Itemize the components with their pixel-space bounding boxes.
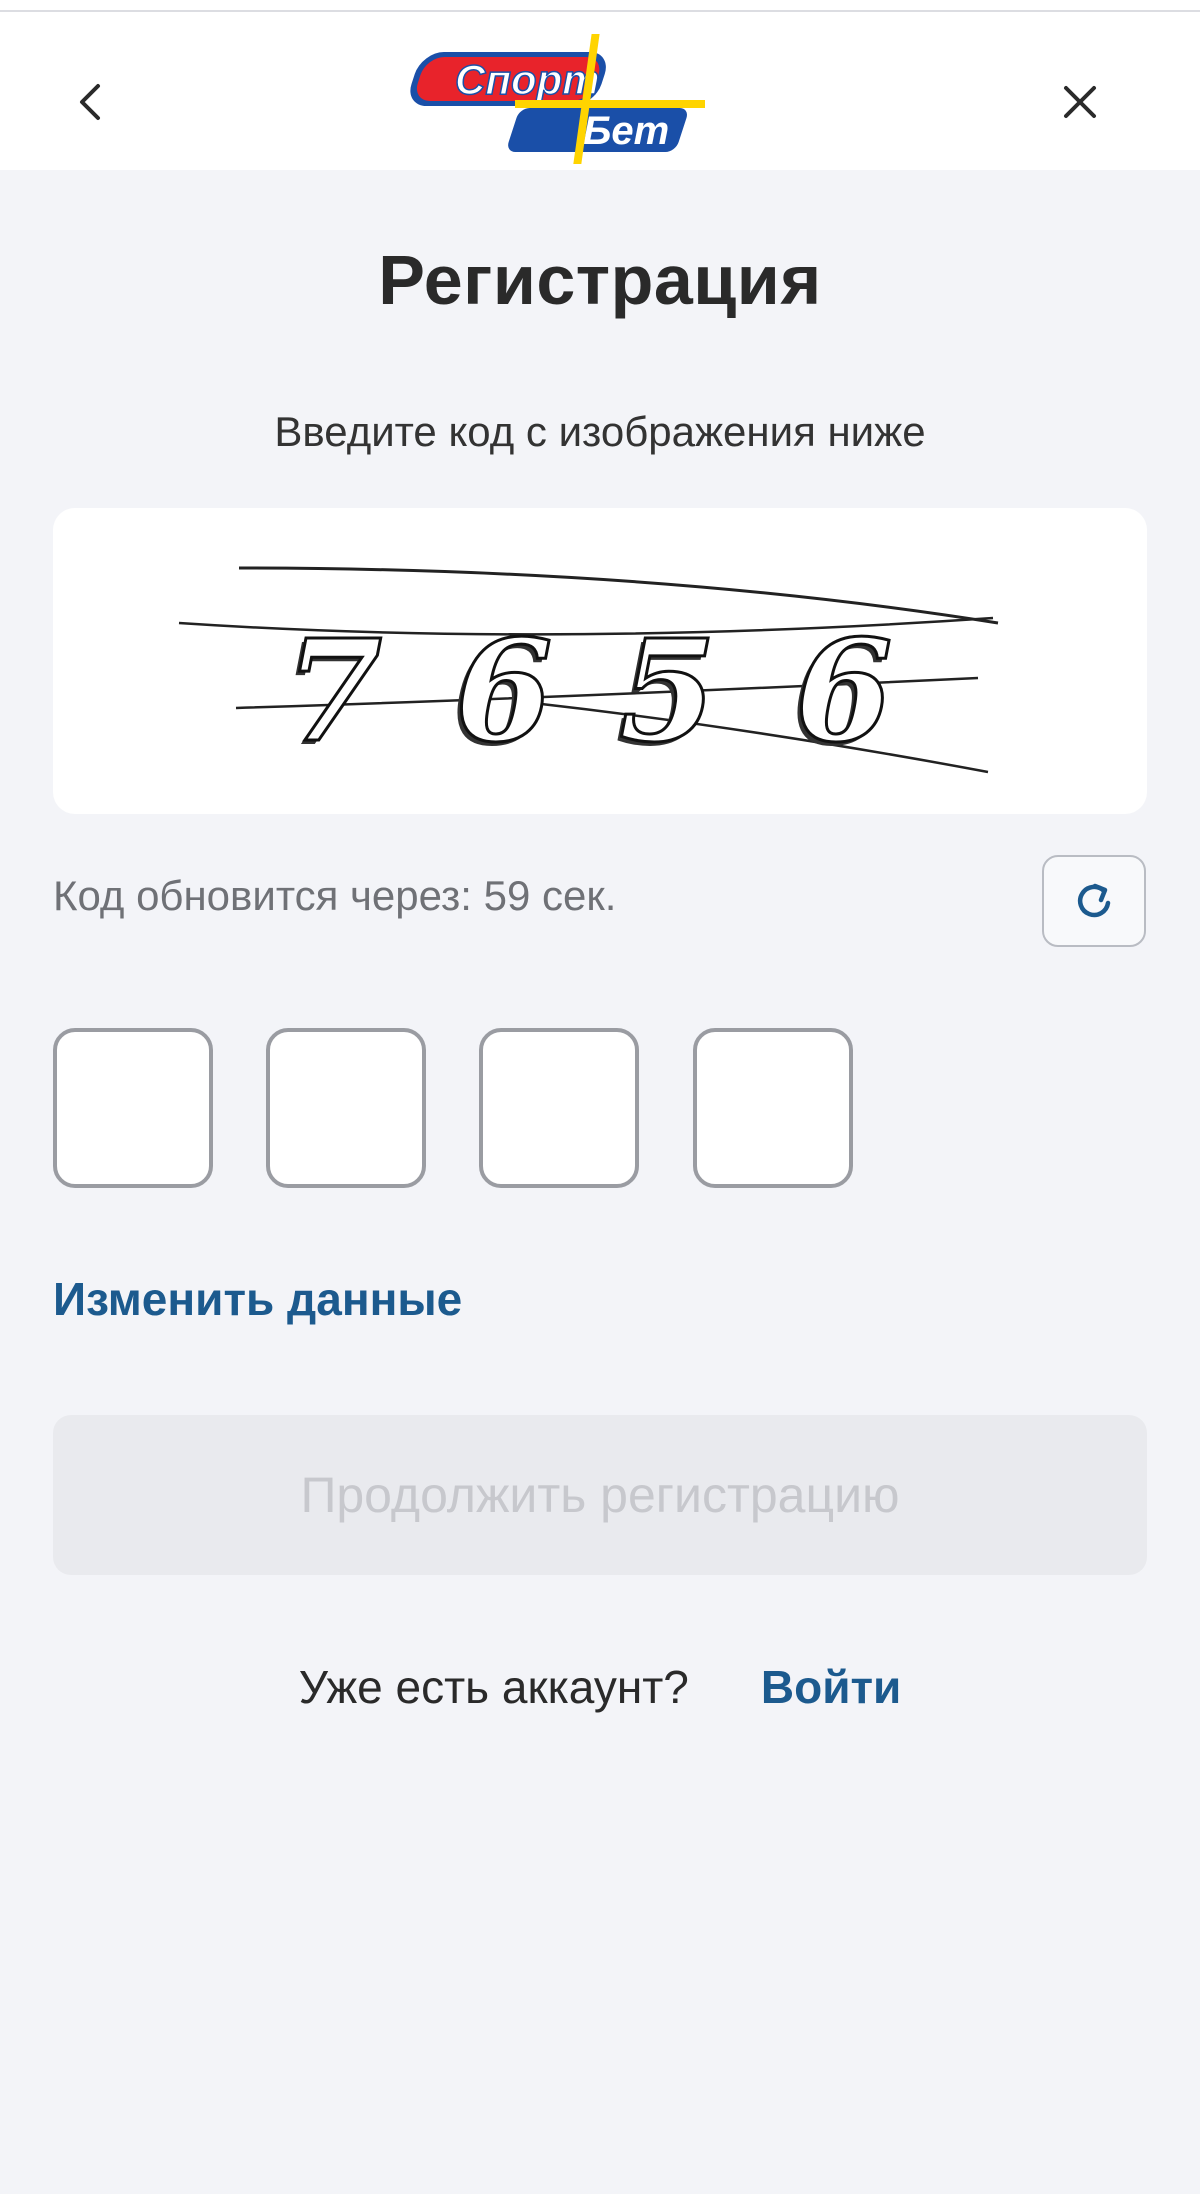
login-link[interactable]: Войти (761, 1660, 901, 1714)
code-digit-input-2[interactable] (266, 1028, 426, 1188)
code-refresh-timer: Код обновится через: 59 сек. (53, 872, 617, 919)
captcha-digit: 6 (795, 610, 892, 774)
refresh-captcha-button[interactable] (1042, 855, 1146, 947)
svg-text:Спорт: Спорт (455, 56, 600, 103)
back-button[interactable] (42, 52, 142, 152)
continue-registration-button[interactable]: Продолжить регистрацию (53, 1415, 1147, 1575)
code-digit-input-4[interactable] (693, 1028, 853, 1188)
refresh-icon (1077, 883, 1111, 918)
captcha-digit: 7 (285, 610, 382, 774)
already-have-account-text: Уже есть аккаунт? (298, 1661, 689, 1713)
close-button[interactable] (1030, 52, 1130, 152)
page-title: Регистрация (378, 241, 822, 319)
captcha-digit: 6 (455, 610, 552, 774)
sportbet-logo: Спорт Бет (410, 34, 705, 164)
captcha-image: 7 6 5 6 7 6 5 6 (53, 508, 1147, 814)
close-icon (1064, 86, 1096, 118)
captcha-digit: 5 (619, 610, 716, 774)
code-digit-input-1[interactable] (53, 1028, 213, 1188)
svg-text:Бет: Бет (583, 109, 669, 153)
login-prompt: Уже есть аккаунт? Войти (0, 1660, 1200, 1714)
status-bar-divider (0, 0, 1200, 12)
page-subtitle: Введите код с изображения ниже (274, 408, 926, 455)
app-header: Спорт Бет (0, 12, 1200, 170)
chevron-left-icon (80, 84, 100, 120)
change-data-link[interactable]: Изменить данные (53, 1272, 462, 1326)
code-digit-input-3[interactable] (479, 1028, 639, 1188)
